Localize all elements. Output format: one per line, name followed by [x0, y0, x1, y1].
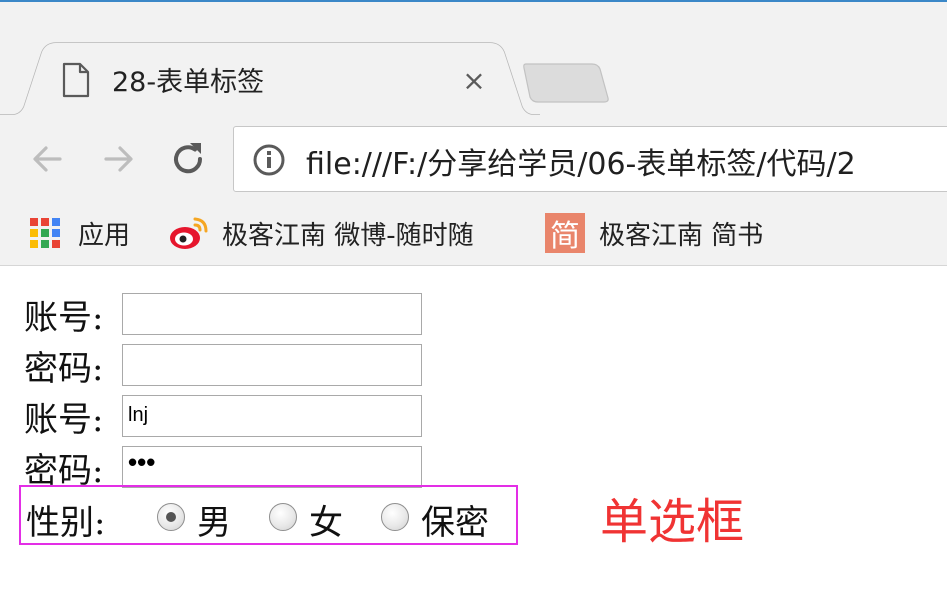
- tab-title: 28-表单标签: [112, 67, 265, 98]
- label-fade: [478, 213, 518, 253]
- tab-active[interactable]: 28-表单标签 ×: [0, 42, 540, 116]
- address-bar[interactable]: file:///F:/分享给学员/06-表单标签/代码/2: [233, 126, 947, 192]
- weibo-icon: [170, 217, 208, 249]
- page-content: 账号: 密码: 账号: lnj 密码: ••• 性别: 男 女 保密 单选框: [0, 266, 947, 597]
- new-tab-button[interactable]: [522, 62, 612, 104]
- bookmarks-bar: 应用 极客江南 微博-随时随 简 极客江南 简书: [0, 203, 947, 265]
- radio-annotation: 单选框: [600, 494, 745, 550]
- window-accent-bar: [0, 0, 947, 2]
- browser-chrome: 28-表单标签 × file:///F:/分享给学员/06-表单标签/代码/2 …: [0, 0, 947, 266]
- radio-female[interactable]: [269, 503, 297, 531]
- radio-secret[interactable]: [381, 503, 409, 531]
- back-button[interactable]: [26, 137, 70, 181]
- forward-button[interactable]: [96, 137, 140, 181]
- radio-male-label[interactable]: 男: [197, 495, 231, 544]
- password-input[interactable]: [122, 344, 422, 386]
- password-input-filled[interactable]: •••: [122, 446, 422, 488]
- jianshu-icon: 简: [545, 213, 585, 254]
- bookmark-apps-label: 应用: [78, 220, 131, 251]
- toolbar: file:///F:/分享给学员/06-表单标签/代码/2: [0, 115, 947, 203]
- info-icon[interactable]: [252, 143, 286, 177]
- reload-icon: [174, 143, 203, 174]
- apps-grid-icon: [30, 218, 60, 248]
- account-input[interactable]: [122, 293, 422, 335]
- url-text: file:///F:/分享给学员/06-表单标签/代码/2: [306, 147, 856, 182]
- bookmark-weibo[interactable]: 极客江南 微博-随时随: [168, 213, 518, 253]
- radio-female-label[interactable]: 女: [309, 495, 343, 544]
- reload-button[interactable]: [166, 137, 210, 181]
- form-row-password-2: 密码: •••: [24, 443, 422, 491]
- bookmark-weibo-label: 极客江南 微博-随时随: [222, 220, 474, 251]
- bookmark-jianshu[interactable]: 简 极客江南 简书: [545, 213, 764, 254]
- radio-secret-label[interactable]: 保密: [421, 495, 489, 544]
- account-label: 账号:: [24, 297, 104, 338]
- document-icon: [62, 62, 90, 98]
- form-row-account-2: 账号: lnj: [24, 392, 422, 440]
- arrow-right-icon: [104, 146, 133, 172]
- bookmark-jianshu-label: 极客江南 简书: [599, 220, 764, 251]
- account-label: 账号:: [24, 399, 104, 440]
- form-row-password-1: 密码:: [24, 341, 422, 389]
- password-label: 密码:: [24, 348, 104, 389]
- gender-label: 性别:: [26, 503, 106, 543]
- arrow-left-icon: [33, 146, 62, 172]
- form-row-account-1: 账号:: [24, 290, 422, 338]
- account-input-filled[interactable]: lnj: [122, 395, 422, 437]
- gender-radio-group: 性别: 男 女 保密: [19, 485, 518, 545]
- close-tab-icon[interactable]: ×: [458, 64, 490, 97]
- radio-male[interactable]: [157, 503, 185, 531]
- bookmark-apps[interactable]: 应用: [28, 213, 130, 253]
